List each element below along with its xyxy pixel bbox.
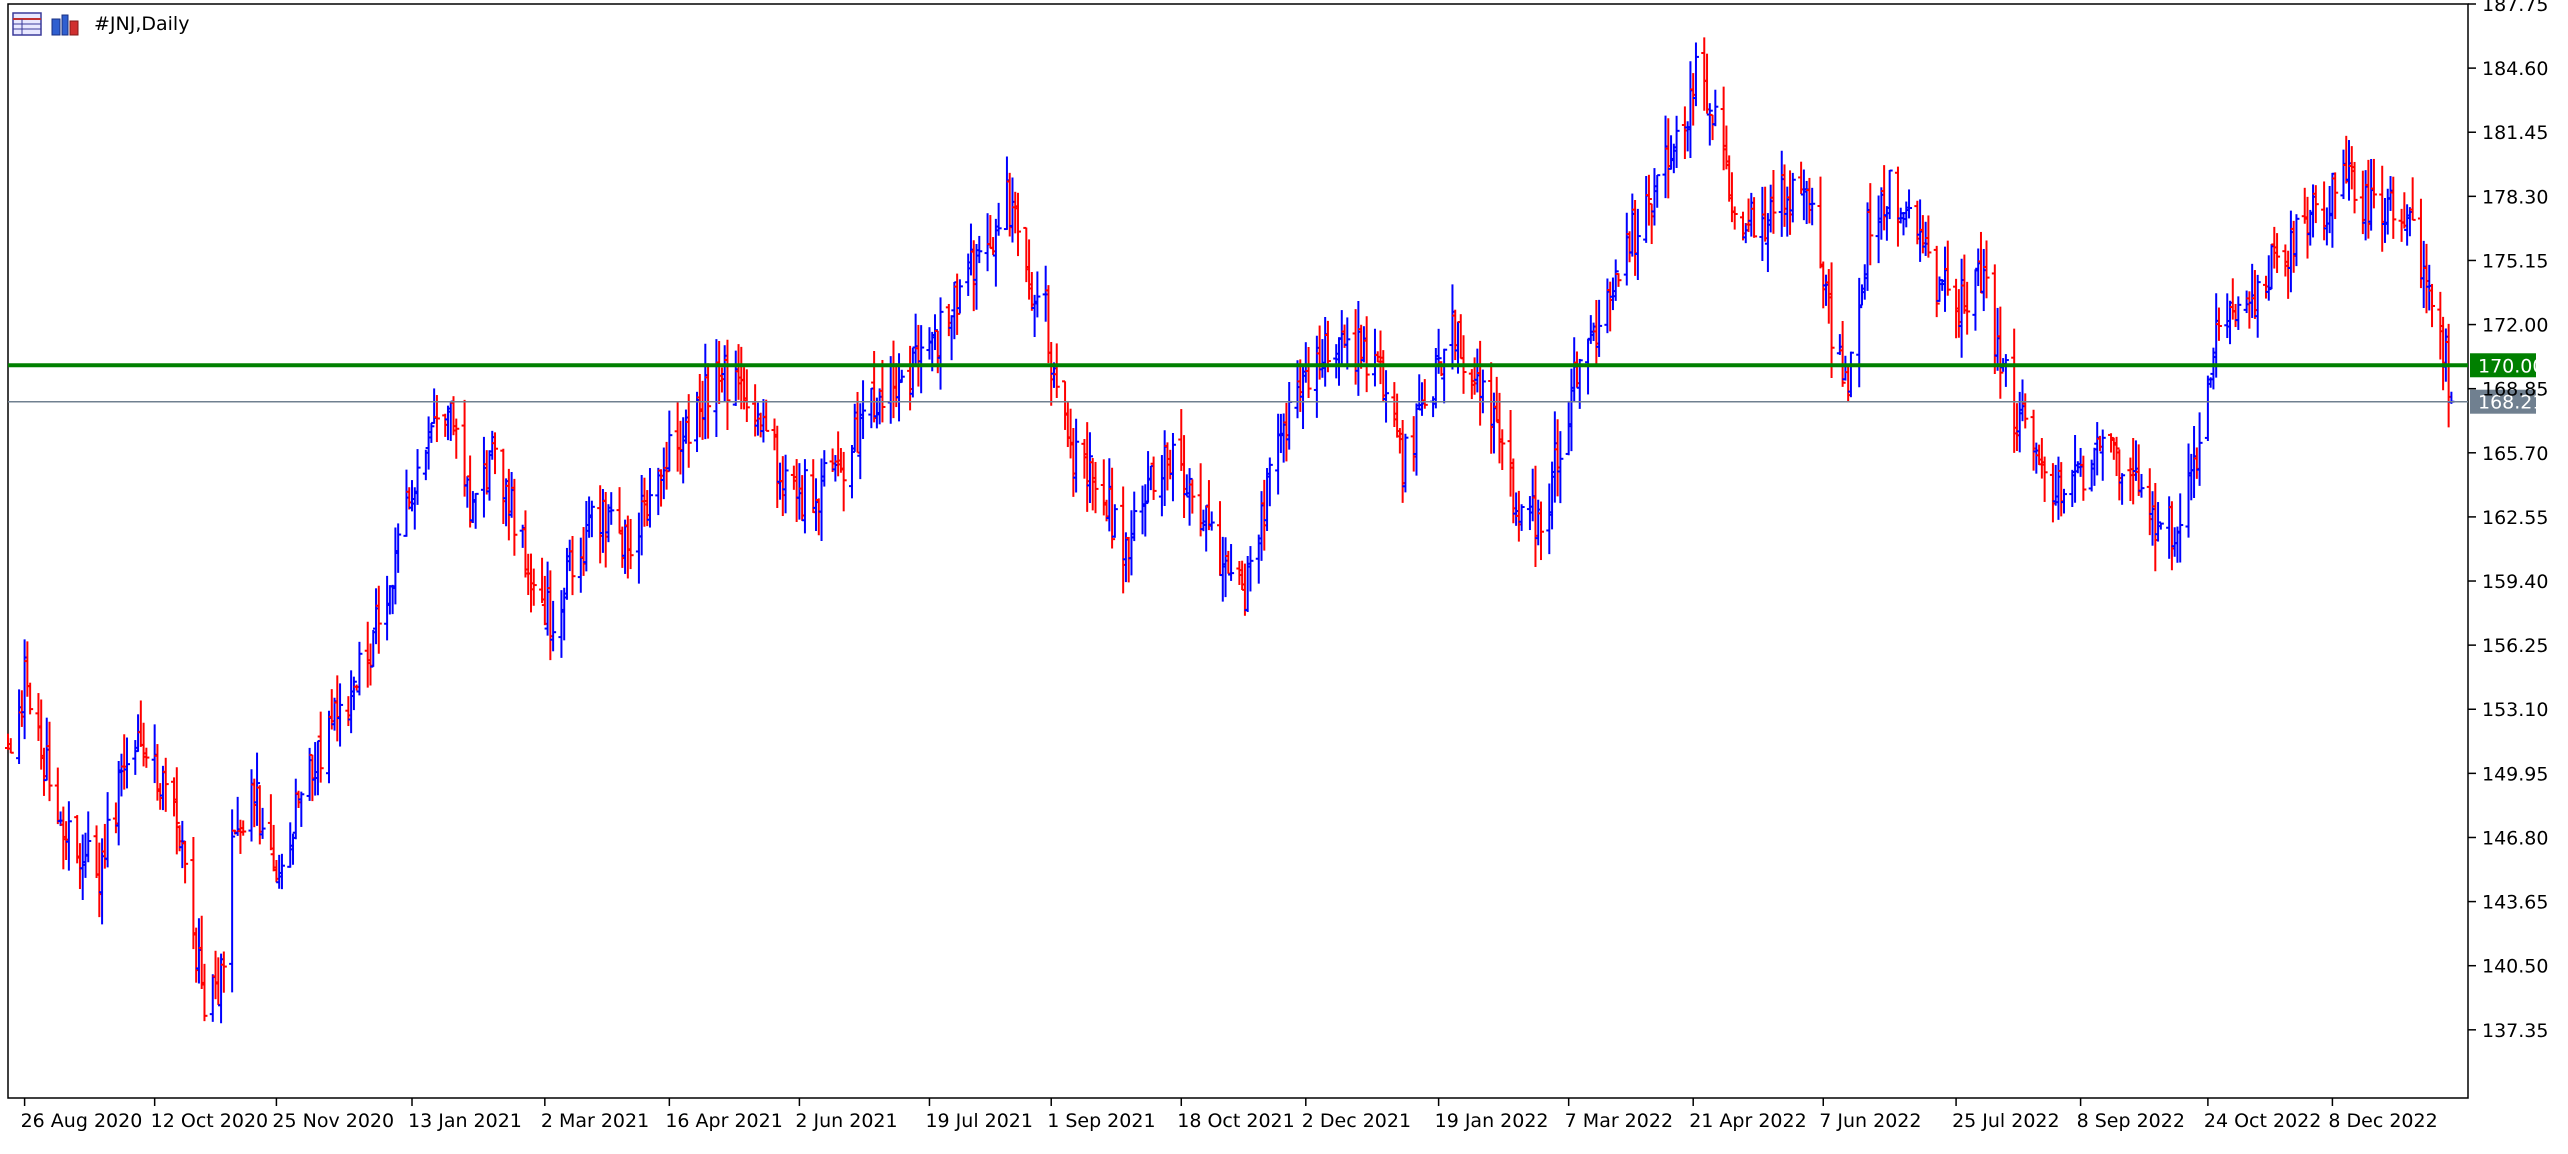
y-tick: 175.15 xyxy=(2468,250,2548,272)
table-icon[interactable] xyxy=(12,11,42,37)
x-tick: 7 Mar 2022 xyxy=(1565,1098,1673,1132)
y-tick: 184.60 xyxy=(2468,58,2548,80)
x-tick-label: 19 Jan 2022 xyxy=(1435,1110,1549,1132)
x-tick-label: 2 Jun 2021 xyxy=(795,1110,897,1132)
y-tick: 149.95 xyxy=(2468,763,2548,785)
y-tick-label: 137.35 xyxy=(2482,1020,2548,1042)
y-tick: 140.50 xyxy=(2468,956,2548,978)
x-tick-label: 2 Mar 2021 xyxy=(541,1110,649,1132)
x-axis: 26 Aug 2020 12 Oct 2020 25 Nov 2020 13 Jan … xyxy=(21,1098,2438,1132)
x-tick: 25 Nov 2020 xyxy=(272,1098,394,1132)
x-tick-label: 21 Apr 2022 xyxy=(1689,1110,1806,1132)
y-axis: 187.75 184.60 181.45 178.30 175.15 172.00 168.… xyxy=(2468,0,2548,1042)
bar-chart-icon[interactable] xyxy=(50,11,80,37)
symbol-title: #JNJ,Daily xyxy=(94,13,190,35)
y-tick-label: 181.45 xyxy=(2482,122,2548,144)
x-tick: 16 Apr 2021 xyxy=(665,1098,783,1132)
x-tick: 21 Apr 2022 xyxy=(1689,1098,1807,1132)
x-tick-label: 13 Jan 2021 xyxy=(408,1110,522,1132)
x-tick-label: 2 Dec 2021 xyxy=(1302,1110,1411,1132)
x-tick: 19 Jan 2022 xyxy=(1435,1098,1549,1132)
x-tick-label: 25 Jul 2022 xyxy=(1952,1110,2060,1132)
x-tick-label: 7 Jun 2022 xyxy=(1819,1110,1921,1132)
y-tick-label: 153.10 xyxy=(2482,699,2548,721)
y-tick-label: 140.50 xyxy=(2482,956,2548,978)
x-tick: 19 Jul 2021 xyxy=(925,1098,1033,1132)
y-tick-label: 178.30 xyxy=(2482,186,2548,208)
y-tick: 187.75 xyxy=(2468,0,2548,16)
y-tick-label: 159.40 xyxy=(2482,571,2548,593)
x-tick-label: 26 Aug 2020 xyxy=(21,1110,143,1132)
x-tick-label: 12 Oct 2020 xyxy=(151,1110,268,1132)
y-tick: 156.25 xyxy=(2468,635,2548,657)
y-tick-label: 143.65 xyxy=(2482,892,2548,914)
y-tick: 165.70 xyxy=(2468,443,2548,465)
x-tick: 7 Jun 2022 xyxy=(1819,1098,1921,1132)
x-tick: 25 Jul 2022 xyxy=(1952,1098,2060,1132)
x-tick-label: 7 Mar 2022 xyxy=(1565,1110,1673,1132)
x-tick: 26 Aug 2020 xyxy=(21,1098,143,1132)
y-tick: 153.10 xyxy=(2468,699,2548,721)
x-tick: 12 Oct 2020 xyxy=(151,1098,268,1132)
y-tick-label: 184.60 xyxy=(2482,58,2548,80)
y-tick-label: 156.25 xyxy=(2482,635,2548,657)
y-tick: 143.65 xyxy=(2468,892,2548,914)
y-tick-label: 149.95 xyxy=(2482,763,2548,785)
svg-text:170.00: 170.00 xyxy=(2478,355,2544,377)
price-chart[interactable]: 170.00 168.21 187.75 184.60 181.45 178.30 175… xyxy=(0,0,2568,1150)
x-tick-label: 1 Sep 2021 xyxy=(1047,1110,1155,1132)
x-tick: 2 Dec 2021 xyxy=(1302,1098,1411,1132)
y-tick-label: 187.75 xyxy=(2482,0,2548,16)
x-tick: 24 Oct 2022 xyxy=(2204,1098,2321,1132)
x-tick: 13 Jan 2021 xyxy=(408,1098,522,1132)
y-tick-label: 175.15 xyxy=(2482,250,2548,272)
x-tick: 2 Jun 2021 xyxy=(795,1098,898,1132)
y-tick-label: 165.70 xyxy=(2482,443,2548,465)
x-tick-label: 16 Apr 2021 xyxy=(665,1110,782,1132)
x-tick: 2 Mar 2021 xyxy=(541,1098,649,1132)
y-tick-label: 146.80 xyxy=(2482,827,2548,849)
y-tick: 178.30 xyxy=(2468,186,2548,208)
x-tick-label: 25 Nov 2020 xyxy=(272,1110,394,1132)
x-tick: 8 Sep 2022 xyxy=(2077,1098,2185,1132)
chart-header: #JNJ,Daily xyxy=(12,10,189,38)
y-tick: 146.80 xyxy=(2468,827,2548,849)
price-chart-svg: 170.00168.21 187.75184.60181.45178.30175… xyxy=(5,0,2548,1132)
y-tick: 162.55 xyxy=(2468,507,2548,529)
x-tick-label: 8 Sep 2022 xyxy=(2077,1110,2185,1132)
x-tick: 18 Oct 2021 xyxy=(1177,1098,1295,1132)
y-tick-label: 162.55 xyxy=(2482,507,2548,529)
plot-area xyxy=(7,3,2469,1099)
resistance-price-tag: 170.00 xyxy=(2470,353,2544,378)
x-tick-label: 8 Dec 2022 xyxy=(2328,1110,2437,1132)
y-tick: 172.00 xyxy=(2468,315,2548,337)
y-tick: 181.45 xyxy=(2468,122,2548,144)
x-tick-label: 24 Oct 2022 xyxy=(2204,1110,2321,1132)
x-tick: 1 Sep 2021 xyxy=(1047,1098,1156,1132)
y-tick: 159.40 xyxy=(2468,571,2548,593)
y-tick-label: 168.85 xyxy=(2482,379,2548,401)
y-tick: 137.35 xyxy=(2468,1020,2548,1042)
x-tick: 8 Dec 2022 xyxy=(2328,1098,2438,1132)
x-tick-label: 19 Jul 2021 xyxy=(925,1110,1033,1132)
x-tick-label: 18 Oct 2021 xyxy=(1177,1110,1294,1132)
y-tick-label: 172.00 xyxy=(2482,315,2548,337)
